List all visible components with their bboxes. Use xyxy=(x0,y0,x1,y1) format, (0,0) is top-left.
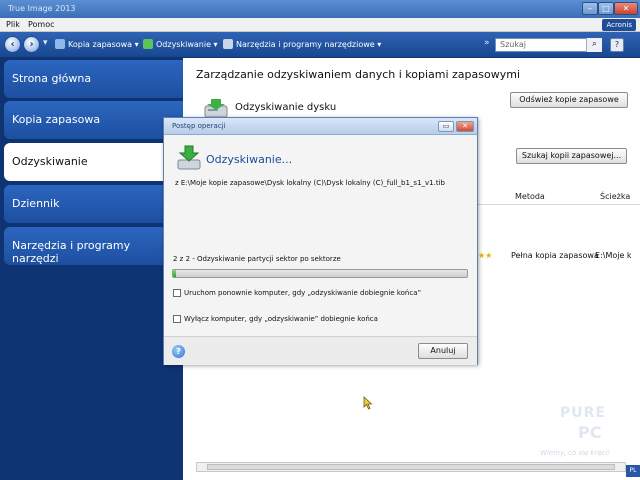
watermark: PURE PC Wiemy, co się kręci! xyxy=(538,405,638,475)
overflow-chevron-icon[interactable]: » xyxy=(484,38,490,48)
dialog-heading: Odzyskiwanie... xyxy=(206,153,293,166)
recovery-icon xyxy=(143,39,153,49)
sidebar-item-recovery[interactable]: Odzyskiwanie xyxy=(4,143,183,181)
search-icon[interactable]: ⌕ xyxy=(586,38,602,52)
shutdown-label[interactable]: Wyłącz komputer, gdy „odzyskiwanie” dobi… xyxy=(184,315,378,323)
recovery-disk-icon xyxy=(177,145,201,170)
backup-icon xyxy=(55,39,65,49)
sidebar: Strona główna Kopia zapasowa Odzyskiwani… xyxy=(0,58,183,480)
shutdown-checkbox[interactable] xyxy=(173,315,181,323)
table-header: Metoda Ścieżka xyxy=(473,187,640,205)
toolbar-recovery[interactable]: Odzyskiwanie ▾ xyxy=(143,39,218,49)
close-button[interactable]: ✕ xyxy=(614,2,638,15)
row-method: Pełna kopia zapasowa xyxy=(511,251,599,260)
watermark-line1: PURE xyxy=(560,405,606,421)
toolbar-tools[interactable]: Narzędzia i programy narzędziowe ▾ xyxy=(223,39,381,49)
forward-button[interactable]: › xyxy=(23,36,40,53)
maximize-button[interactable]: □ xyxy=(598,2,614,15)
step-description: 2 z 2 - Odzyskiwanie partycji sektor po … xyxy=(173,255,341,263)
column-method[interactable]: Metoda xyxy=(515,192,545,201)
sidebar-item-home[interactable]: Strona główna xyxy=(4,60,183,98)
minimize-button[interactable]: – xyxy=(582,2,598,15)
cancel-button[interactable]: Anuluj xyxy=(418,343,468,359)
find-backup-label: Szukaj kopii zapasowej... xyxy=(521,151,622,160)
sidebar-item-tools[interactable]: Narzędzia i programy narzędzi xyxy=(4,227,183,265)
dialog-minimize-button[interactable]: ▭ xyxy=(438,121,454,132)
dialog-title: Postęp operacji xyxy=(172,122,226,130)
language-indicator[interactable]: PL xyxy=(626,465,640,477)
mouse-cursor-icon xyxy=(363,396,373,410)
page-title: Zarządzanie odzyskiwaniem danych i kopia… xyxy=(196,68,521,81)
find-backup-button[interactable]: Szukaj kopii zapasowej... xyxy=(516,148,627,164)
menu-bar: Plik Pomoc Acronis xyxy=(0,18,640,32)
source-path: z E:\Moje kopie zapasowe\Dysk lokalny (C… xyxy=(175,179,445,187)
history-dropdown-icon[interactable]: ▾ xyxy=(43,38,48,48)
title-bar: True Image 2013 – □ ✕ xyxy=(0,0,640,18)
rating-stars-icon: ★★ xyxy=(478,251,493,260)
progress-dialog: Postęp operacji ▭ ✕ Odzyskiwanie... z E:… xyxy=(163,117,478,365)
help-icon[interactable]: ? xyxy=(172,345,185,358)
sidebar-item-log[interactable]: Dziennik xyxy=(4,185,183,223)
tools-icon xyxy=(223,39,233,49)
toolbar: ‹ › ▾ Kopia zapasowa ▾ Odzyskiwanie ▾ Na… xyxy=(0,32,640,58)
toolbar-backup[interactable]: Kopia zapasowa ▾ xyxy=(55,39,139,49)
restart-checkbox[interactable] xyxy=(173,289,181,297)
back-button[interactable]: ‹ xyxy=(4,36,21,53)
window-title: True Image 2013 xyxy=(8,4,76,13)
watermark-tagline: Wiemy, co się kręci! xyxy=(540,449,611,457)
refresh-backups-button[interactable]: Odśwież kopie zapasowe xyxy=(510,92,628,108)
restart-label[interactable]: Uruchom ponownie komputer, gdy „odzyskiw… xyxy=(184,289,421,297)
menu-help[interactable]: Pomoc xyxy=(28,20,55,29)
section-title: Odzyskiwanie dysku xyxy=(235,102,337,113)
forward-arrow-icon: › xyxy=(29,39,34,50)
brand-logo: Acronis xyxy=(602,19,636,31)
progress-fill xyxy=(173,270,176,277)
watermark-line2: PC xyxy=(578,423,602,442)
column-path[interactable]: Ścieżka xyxy=(600,192,630,201)
progress-bar xyxy=(172,269,468,278)
menu-file[interactable]: Plik xyxy=(6,20,20,29)
dialog-close-button[interactable]: ✕ xyxy=(456,121,474,132)
dialog-title-bar: Postęp operacji ▭ ✕ xyxy=(164,118,477,135)
row-path: E:\Moje k xyxy=(595,251,632,260)
sidebar-item-backup[interactable]: Kopia zapasowa xyxy=(4,101,183,139)
help-button[interactable]: ? xyxy=(610,38,624,52)
back-arrow-icon: ‹ xyxy=(10,39,15,50)
table-row[interactable]: ★★ Pełna kopia zapasowa E:\Moje k xyxy=(473,249,640,263)
dialog-footer: ? Anuluj xyxy=(164,336,477,365)
